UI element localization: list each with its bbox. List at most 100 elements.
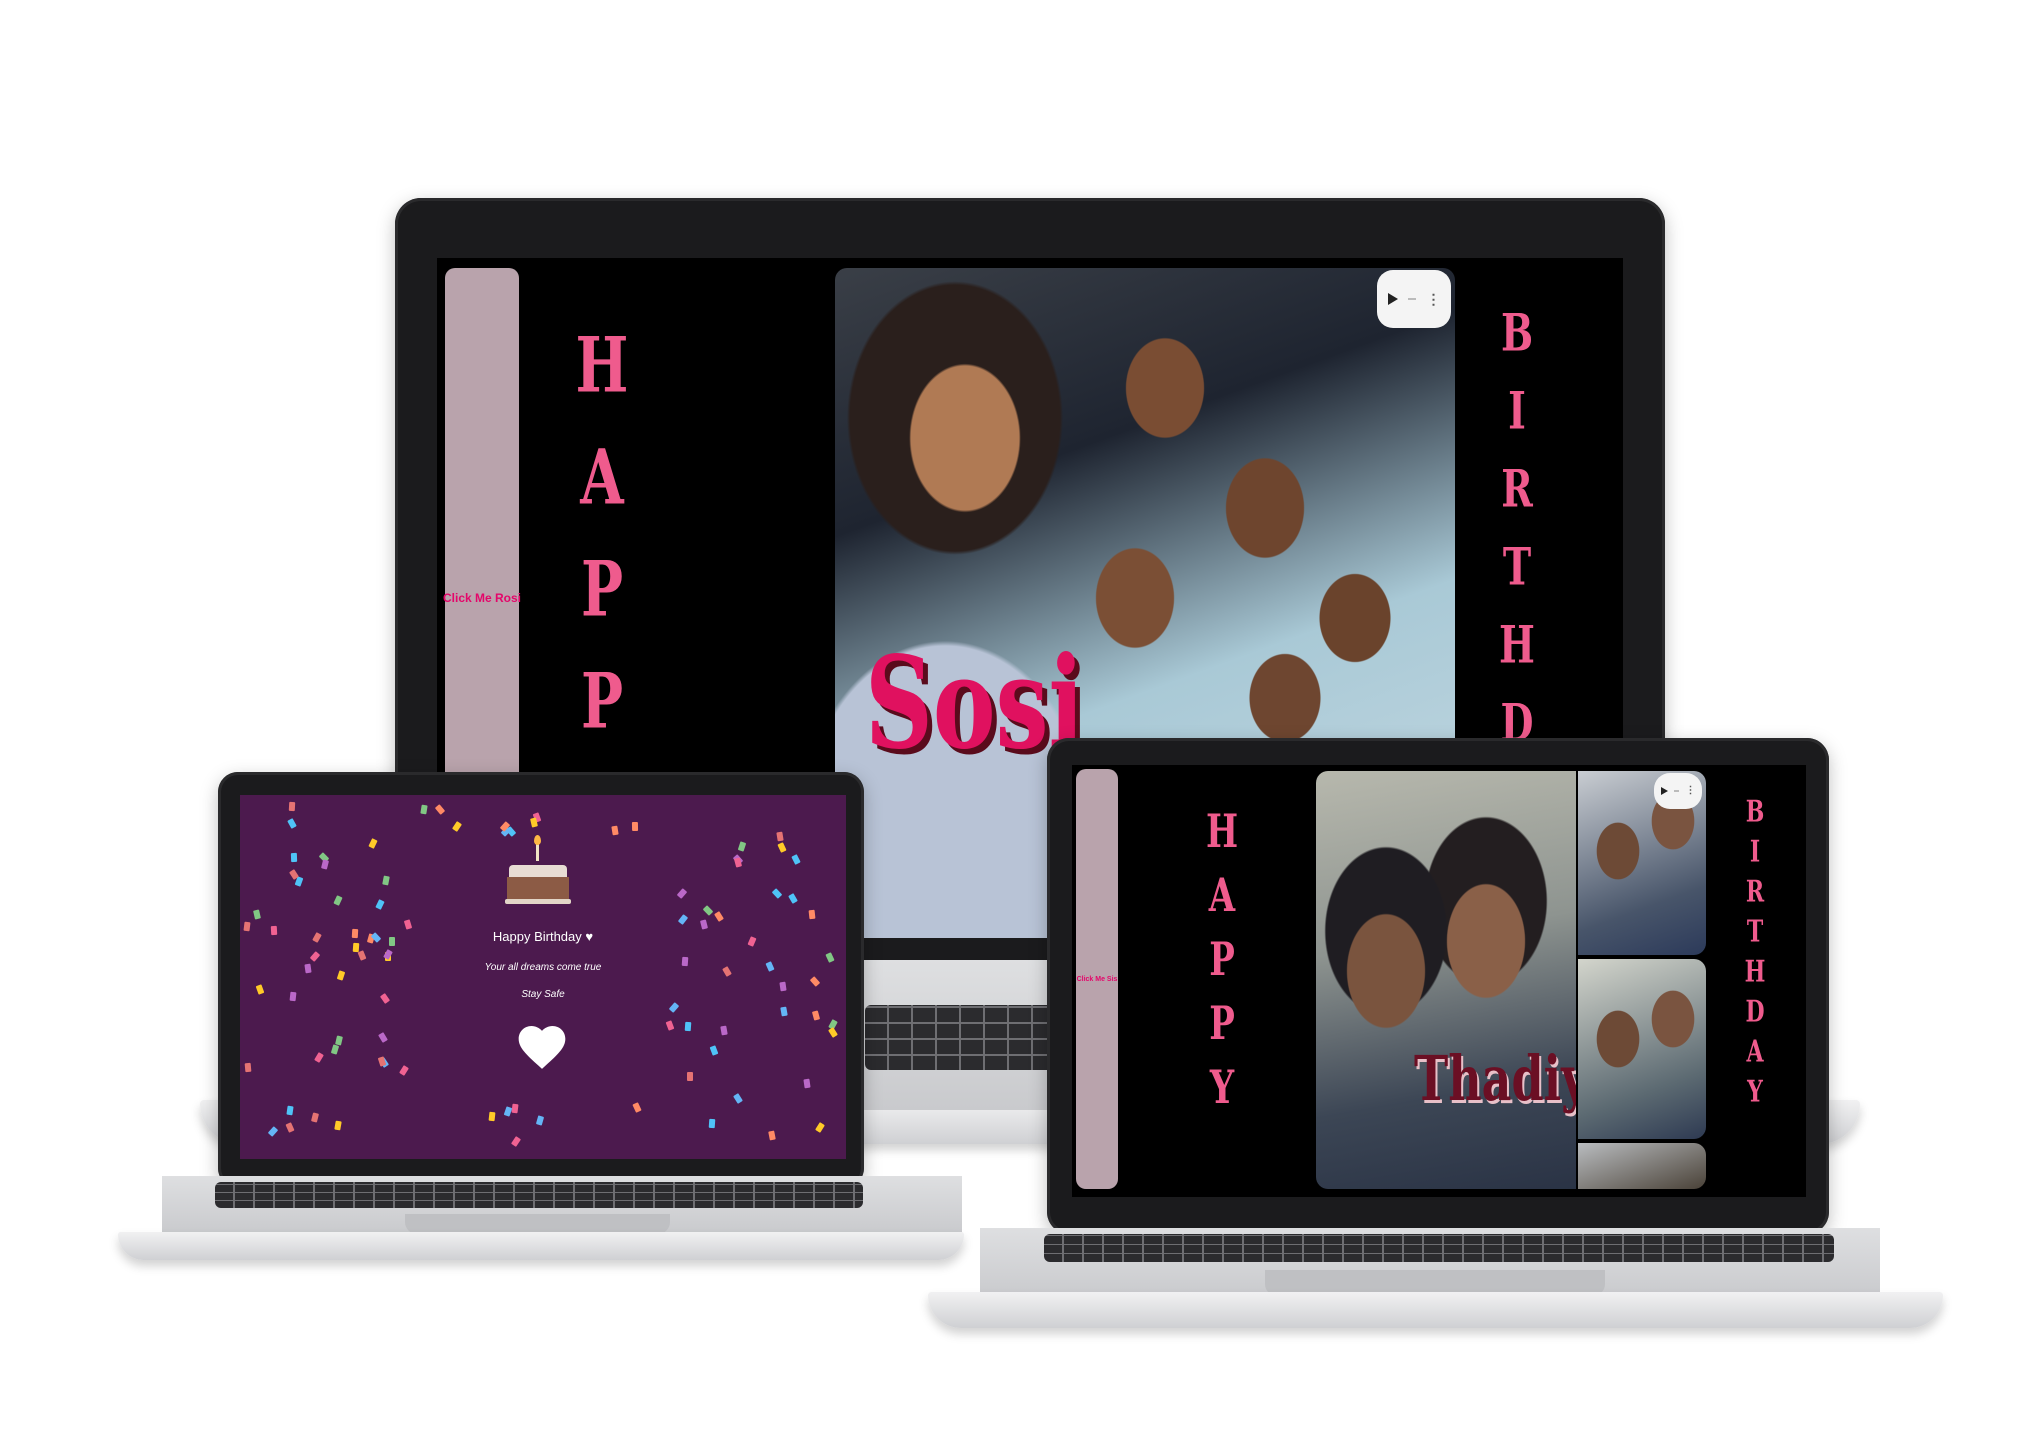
confetti-piece xyxy=(687,1071,694,1081)
confetti-piece xyxy=(702,905,713,917)
audio-player[interactable]: ⋮ xyxy=(1654,773,1702,809)
play-icon[interactable] xyxy=(1387,293,1398,305)
letter: T xyxy=(1502,535,1532,597)
confetti-piece xyxy=(791,853,802,865)
letter: B xyxy=(1745,794,1765,830)
birthday-letters: BIRTHDAY xyxy=(1740,797,1770,1107)
confetti-piece xyxy=(310,1112,319,1123)
confetti-piece xyxy=(779,981,787,992)
volume-icon[interactable] xyxy=(1408,298,1416,300)
letter: R xyxy=(1501,457,1533,519)
left-screen: Happy Birthday ♥ Your all dreams come tr… xyxy=(240,795,846,1159)
confetti-piece xyxy=(503,1106,512,1118)
photo-thumb-3 xyxy=(1578,1143,1706,1189)
confetti-piece xyxy=(334,1120,342,1131)
letter: H xyxy=(1744,954,1766,990)
confetti-piece xyxy=(611,825,619,835)
play-icon[interactable] xyxy=(1660,787,1668,795)
confetti-piece xyxy=(313,1051,324,1063)
letter: P xyxy=(1209,933,1235,987)
confetti-piece xyxy=(669,1002,680,1014)
photo-thumb-2 xyxy=(1578,959,1706,1139)
confetti-piece xyxy=(825,951,836,963)
confetti-piece xyxy=(678,913,689,925)
confetti-piece xyxy=(788,893,799,905)
letter: H xyxy=(1205,805,1239,859)
confetti-piece xyxy=(333,894,343,906)
confetti-piece xyxy=(403,919,412,930)
confetti-piece xyxy=(708,1118,716,1129)
audio-player[interactable]: ⋮ xyxy=(1377,270,1451,328)
right-screen: Click Me Sis HAPPY BIRTHDAY Thadiyo ⋮ xyxy=(1072,765,1806,1197)
confetti-piece xyxy=(808,909,816,920)
letter: A xyxy=(1208,869,1236,923)
confetti-piece xyxy=(488,1111,496,1121)
confetti-piece xyxy=(304,963,312,974)
confetti-piece xyxy=(511,1136,522,1148)
left-keyboard xyxy=(215,1182,863,1208)
confetti-piece xyxy=(685,1021,692,1031)
confetti-piece xyxy=(719,1025,728,1036)
sign-off-text: Stay Safe xyxy=(521,989,565,1000)
confetti-piece xyxy=(320,859,329,870)
confetti-piece xyxy=(244,1062,252,1072)
birthday-letters: BIRTHD xyxy=(1487,307,1547,748)
letter: P xyxy=(1209,997,1235,1051)
letter: D xyxy=(1745,994,1765,1030)
confetti-piece xyxy=(780,1006,788,1017)
confetti-piece xyxy=(285,1122,296,1133)
letter: Y xyxy=(1747,1074,1763,1110)
click-me-link[interactable]: Click Me Rosi xyxy=(443,591,521,605)
confetti-piece xyxy=(267,1126,279,1138)
right-keyboard xyxy=(1044,1234,1834,1262)
confetti-piece xyxy=(288,802,295,812)
right-laptop-base xyxy=(928,1292,1943,1328)
confetti-piece xyxy=(809,976,821,987)
confetti-piece xyxy=(828,1027,839,1039)
confetti-piece xyxy=(775,831,784,842)
confetti-piece xyxy=(434,803,446,815)
volume-icon[interactable] xyxy=(1674,790,1679,792)
more-vertical-icon[interactable]: ⋮ xyxy=(1686,786,1696,796)
confetti-piece xyxy=(631,1101,642,1113)
confetti-piece xyxy=(812,1010,821,1021)
confetti-piece xyxy=(767,1130,776,1141)
confetti-piece xyxy=(378,1031,388,1043)
confetti-piece xyxy=(334,1035,343,1046)
confetti-piece xyxy=(367,838,378,850)
confetti-piece xyxy=(771,887,783,899)
letter: T xyxy=(1746,914,1764,950)
confetti-piece xyxy=(536,1115,545,1126)
confetti-piece xyxy=(420,805,428,815)
confetti-piece xyxy=(286,1105,294,1116)
click-me-link[interactable]: Click Me Sis xyxy=(1077,976,1118,983)
letter: H xyxy=(575,321,629,411)
confetti-piece xyxy=(714,911,724,922)
confetti-piece xyxy=(382,875,391,886)
birthday-cake-icon xyxy=(505,835,571,905)
happy-letters: HAPP xyxy=(567,328,637,740)
confetti-piece xyxy=(677,888,688,900)
confetti-piece xyxy=(709,1044,719,1056)
confetti-piece xyxy=(699,918,708,930)
confetti-piece xyxy=(375,898,385,910)
confetti-piece xyxy=(389,937,396,947)
confetti-piece xyxy=(681,956,689,966)
more-vertical-icon[interactable]: ⋮ xyxy=(1427,292,1441,306)
letter: R xyxy=(1745,874,1765,910)
left-trackpad xyxy=(405,1214,670,1234)
letter: P xyxy=(580,545,624,635)
side-menu-panel[interactable]: Click Me Sis xyxy=(1076,769,1118,1189)
letter: Y xyxy=(1209,1061,1235,1115)
desktop-keyboard xyxy=(865,1005,1065,1070)
heart-icon xyxy=(514,1019,570,1075)
confetti-piece xyxy=(815,1122,826,1133)
left-laptop-base xyxy=(118,1232,964,1260)
confetti-piece xyxy=(336,970,345,981)
confetti-piece xyxy=(777,842,787,853)
confetti-piece xyxy=(270,925,278,935)
letter: I xyxy=(1508,379,1526,441)
confetti-piece xyxy=(665,1020,675,1032)
wish-text: Your all dreams come true xyxy=(484,962,602,973)
photo-main: Thadiyo xyxy=(1316,771,1576,1189)
